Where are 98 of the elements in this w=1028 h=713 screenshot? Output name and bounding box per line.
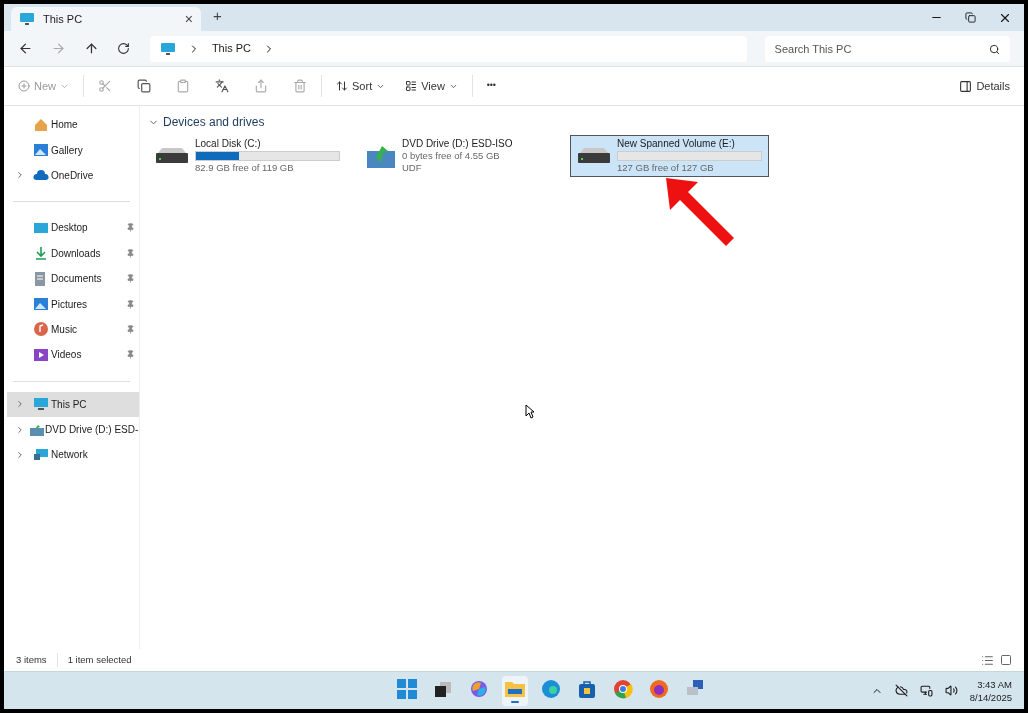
drive-name: Local Disk (C:) [195,138,262,150]
sidebar-item[interactable]: Music [7,316,139,343]
sidebar-label: Pictures [51,297,89,312]
refresh-icon[interactable] [116,42,130,55]
details-pane-icon [959,79,973,93]
drive-info: 127 GB free of 127 GB [617,162,715,174]
drive-tile[interactable]: New Spanned Volume (E:) 127 GB free of 127 GB [570,135,769,177]
video-icon [33,346,49,363]
sidebar-item[interactable]: Network [7,442,139,468]
drive-tile[interactable]: Local Disk (C:) 82.9 GB free of 119 GB [148,135,347,177]
sidebar-item[interactable]: Gallery [7,137,139,163]
pin-icon [126,350,135,360]
view-button[interactable]: View [405,77,458,95]
section-header[interactable]: Devices and drives [163,113,265,131]
network-icon[interactable] [919,684,933,697]
pin-icon [126,274,135,284]
expand-icon[interactable] [15,170,25,181]
sidebar-item[interactable]: Videos [7,342,139,368]
sort-button[interactable]: Sort [336,77,386,95]
disc-drive-icon [366,143,396,169]
pin-icon [126,223,135,233]
more-button[interactable]: ••• [486,79,496,93]
restore-icon[interactable] [965,12,976,23]
drive-name: DVD Drive (D:) ESD-ISO [402,138,514,150]
sidebar-label: Home [51,118,79,133]
document-icon [33,270,47,287]
sidebar-label: This PC [51,397,88,412]
search-field[interactable]: Search This PC [764,35,1010,62]
back-icon[interactable] [18,41,33,56]
drive-tile[interactable]: DVD Drive (D:) ESD-ISO 0 bytes free of 4.55 GB UDF [359,135,558,177]
sidebar-item[interactable]: Pictures [7,291,139,317]
sidebar-item[interactable]: Documents [7,265,139,292]
network-icon [33,448,49,462]
sidebar-item[interactable]: Home [7,112,139,138]
breadcrumb[interactable]: This PC [211,40,251,57]
details-button[interactable]: Details [959,77,1010,95]
sidebar-label: Videos [51,348,83,363]
tab[interactable]: This PC × [11,7,201,31]
sidebar-label: Network [51,448,89,463]
item-count: 3 items [16,652,47,667]
sidebar-label: Downloads [51,246,102,261]
sidebar-item[interactable]: This PC [7,391,139,417]
desktop-icon [33,220,49,235]
download-icon [33,245,49,262]
cursor-icon [525,404,535,419]
drive-info: 0 bytes free of 4.55 GB [402,150,501,162]
sidebar-label: Documents [51,272,103,287]
gallery-icon [33,142,49,159]
sidebar-label: DVD Drive (D:) ESD- [45,423,139,438]
cloud-icon [33,169,49,182]
volume-icon[interactable] [944,684,958,697]
address-bar[interactable]: This PC [149,35,747,62]
sidebar-item[interactable]: OneDrive [7,162,139,189]
sidebar-label: Gallery [51,143,84,158]
browser-icon[interactable] [541,678,562,699]
new-tab-button[interactable]: + [213,4,222,27]
hard-drive-icon [155,148,189,164]
computer-icon [33,397,49,412]
disc-drive-icon [29,422,45,437]
sidebar-label: Desktop [51,221,89,236]
computer-icon [159,41,176,56]
pin-icon [126,299,135,309]
plus-icon [18,80,30,92]
close-tab-button[interactable]: × [184,8,193,30]
home-icon [33,116,49,133]
hard-drive-icon [577,148,611,164]
cloud-off-icon[interactable] [894,684,908,697]
sidebar-label: OneDrive [51,168,95,183]
store-icon[interactable] [577,678,598,699]
clock-time[interactable]: 3:43 AM [977,677,1012,691]
music-icon [33,321,49,338]
tiles-view-icon[interactable] [1000,654,1012,666]
drive-name: New Spanned Volume (E:) [617,138,736,150]
computer-icon [19,12,35,26]
rename-icon[interactable] [215,79,229,93]
pictures-icon [33,296,49,313]
expand-icon[interactable] [15,450,25,460]
sidebar-item[interactable]: Desktop [7,215,139,241]
sort-icon [336,80,348,92]
sidebar-label: Music [51,322,79,337]
clock-date[interactable]: 8/14/2025 [969,690,1012,704]
start-icon[interactable] [397,678,418,699]
sidebar-item[interactable]: Downloads [7,240,139,266]
pin-icon [126,248,135,258]
drive-info: 82.9 GB free of 119 GB [195,162,295,174]
expand-icon[interactable] [15,399,25,410]
up-icon[interactable] [83,41,99,56]
copy-icon[interactable] [137,79,151,93]
search-icon [989,43,1000,55]
pin-icon [126,324,135,334]
view-icon [405,80,418,92]
expand-icon[interactable] [15,424,25,435]
sidebar-item[interactable]: DVD Drive (D:) ESD- [7,416,139,443]
drive-info: UDF [402,162,423,174]
selection-count: 1 item selected [67,652,132,667]
details-view-icon[interactable] [981,653,994,667]
annotation-arrow [664,176,736,248]
tab-title: This PC [43,11,84,27]
